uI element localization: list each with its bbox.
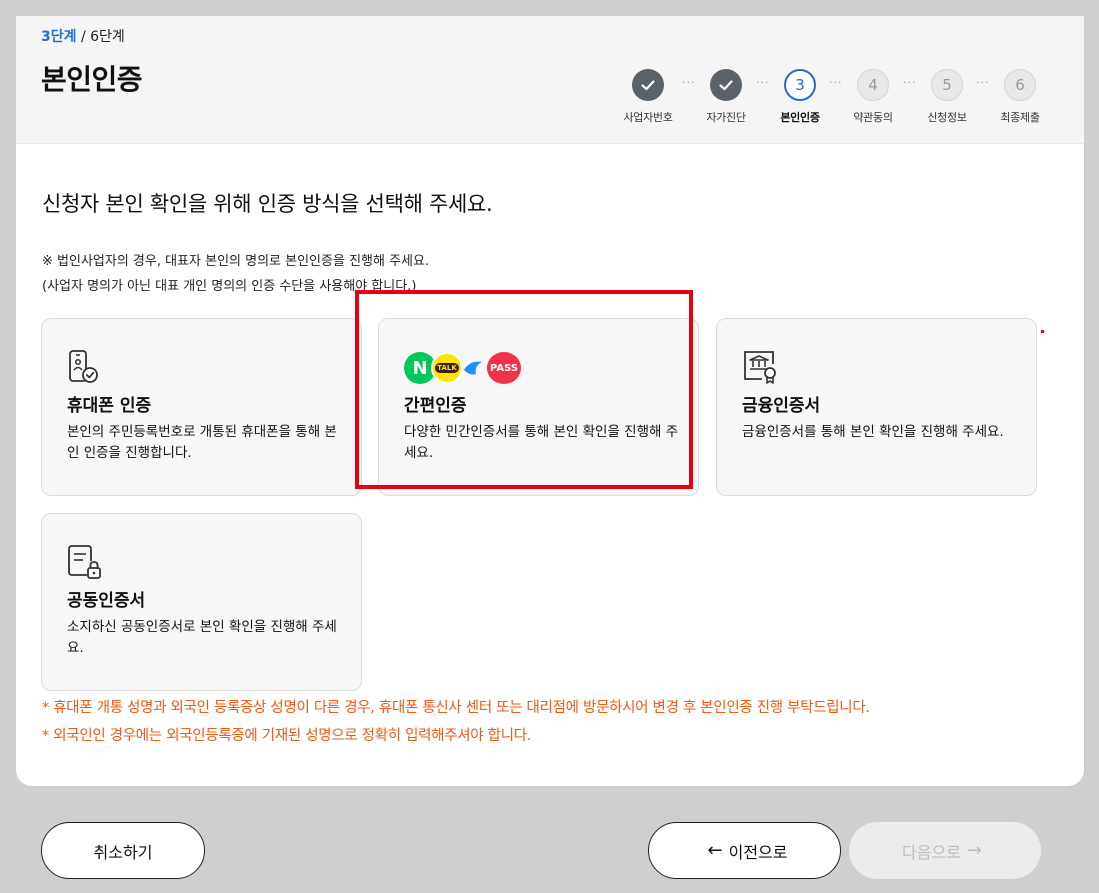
corporate-note: ※ 법인사업자의 경우, 대표자 본인의 명의로 본인인증을 진행해 주세요. <box>42 254 430 269</box>
toss-logo-icon <box>462 358 484 378</box>
step-done-circle <box>710 69 742 101</box>
card-title: 간편인증 <box>404 396 467 416</box>
prev-label: 이전으로 <box>728 842 788 862</box>
kakao-logo-text: TALK <box>435 363 459 373</box>
bank-certificate-icon <box>744 351 776 384</box>
step-label: 신청정보 <box>927 111 967 124</box>
pass-logo-icon: PASS <box>487 352 521 384</box>
warning-text: * 외국인인 경우에는 외국인등록증에 기재된 성명으로 정확히 입력해주셔야 … <box>42 728 532 744</box>
simple-auth-card[interactable]: N TALK PASS 간편인증 다양한 민간인증서를 통해 본인 확인을 진행… <box>378 318 699 496</box>
prev-button[interactable]: ← 이전으로 <box>648 822 841 879</box>
total-steps: / 6단계 <box>76 29 125 45</box>
step-label: 약관동의 <box>853 111 893 124</box>
card-description: 다양한 민간인증서를 통해 본인 확인을 진행해 주세요. <box>404 424 679 461</box>
cancel-label: 취소하기 <box>93 842 153 862</box>
joint-cert-card[interactable]: 공동인증서 소지하신 공동인증서로 본인 확인을 진행해 주세요. <box>41 513 362 691</box>
step-label: 최종제출 <box>1000 111 1040 124</box>
step-done-circle <box>632 69 664 101</box>
document-lock-icon <box>68 545 101 579</box>
instruction-text: 신청자 본인 확인을 위해 인증 방식을 선택해 주세요. <box>42 192 493 216</box>
pass-logo-text: PASS <box>489 362 519 374</box>
step-3: 3 본인인증 <box>764 69 836 125</box>
step-2: 자가진단 <box>690 69 762 125</box>
card-description: 소지하신 공동인증서로 본인 확인을 진행해 주세요. <box>67 619 337 656</box>
step-6: 6 최종제출 <box>984 69 1056 125</box>
toss-shape-icon <box>464 361 482 375</box>
card-description: 금융인증서를 통해 본인 확인을 진행해 주세요. <box>742 424 1004 440</box>
step-label: 자가진단 <box>706 111 746 124</box>
step-todo-circle: 5 <box>931 69 963 101</box>
panel-header: 3단계 / 6단계 본인인증 사업자번호 ··· 자가진단 ··· 3 본인인증… <box>16 16 1084 144</box>
page-title: 본인인증 <box>41 63 143 96</box>
card-title: 공동인증서 <box>67 591 146 611</box>
arrow-right-icon: → <box>966 840 982 861</box>
step-5: 5 신청정보 <box>911 69 983 125</box>
next-button[interactable]: 다음으로 → <box>849 822 1041 879</box>
corporate-note-sub: (사업자 명의가 아닌 대표 개인 명의의 인증 수단을 사용해야 합니다.) <box>42 279 417 294</box>
phone-auth-card[interactable]: 휴대폰 인증 본인의 주민등록번호로 개통된 휴대폰을 통해 본인 인증을 진행… <box>41 318 362 496</box>
check-icon <box>719 79 733 90</box>
step-1: 사업자번호 <box>612 69 684 125</box>
marker-dot <box>1041 330 1044 333</box>
step-label: 본인인증 <box>780 111 820 124</box>
step-current-circle: 3 <box>784 69 816 101</box>
arrow-left-icon: ← <box>707 840 723 861</box>
naver-logo-text: N <box>412 357 428 379</box>
cancel-button[interactable]: 취소하기 <box>41 822 205 879</box>
card-title: 금융인증서 <box>742 396 821 416</box>
card-title: 휴대폰 인증 <box>67 396 152 416</box>
current-step: 3단계 <box>41 29 77 45</box>
simple-auth-logos: N TALK PASS <box>404 350 524 386</box>
warning-text: * 휴대폰 개통 성명과 외국인 등록증상 성명이 다른 경우, 휴대폰 통신사… <box>42 700 870 716</box>
financial-cert-card[interactable]: 금융인증서 금융인증서를 통해 본인 확인을 진행해 주세요. <box>716 318 1037 496</box>
step-todo-circle: 6 <box>1004 69 1036 101</box>
step-todo-circle: 4 <box>857 69 889 101</box>
main-panel: 3단계 / 6단계 본인인증 사업자번호 ··· 자가진단 ··· 3 본인인증… <box>16 16 1084 786</box>
step-4: 4 약관동의 <box>837 69 909 125</box>
kakao-talk-logo-icon: TALK <box>431 352 463 384</box>
step-label: 사업자번호 <box>623 111 673 124</box>
next-label: 다음으로 <box>902 842 961 862</box>
phone-check-icon <box>69 350 98 383</box>
card-description: 본인의 주민등록번호로 개통된 휴대폰을 통해 본인 인증을 진행합니다. <box>67 424 337 461</box>
step-indicator: 3단계 / 6단계 <box>41 26 125 46</box>
check-icon <box>641 79 655 90</box>
